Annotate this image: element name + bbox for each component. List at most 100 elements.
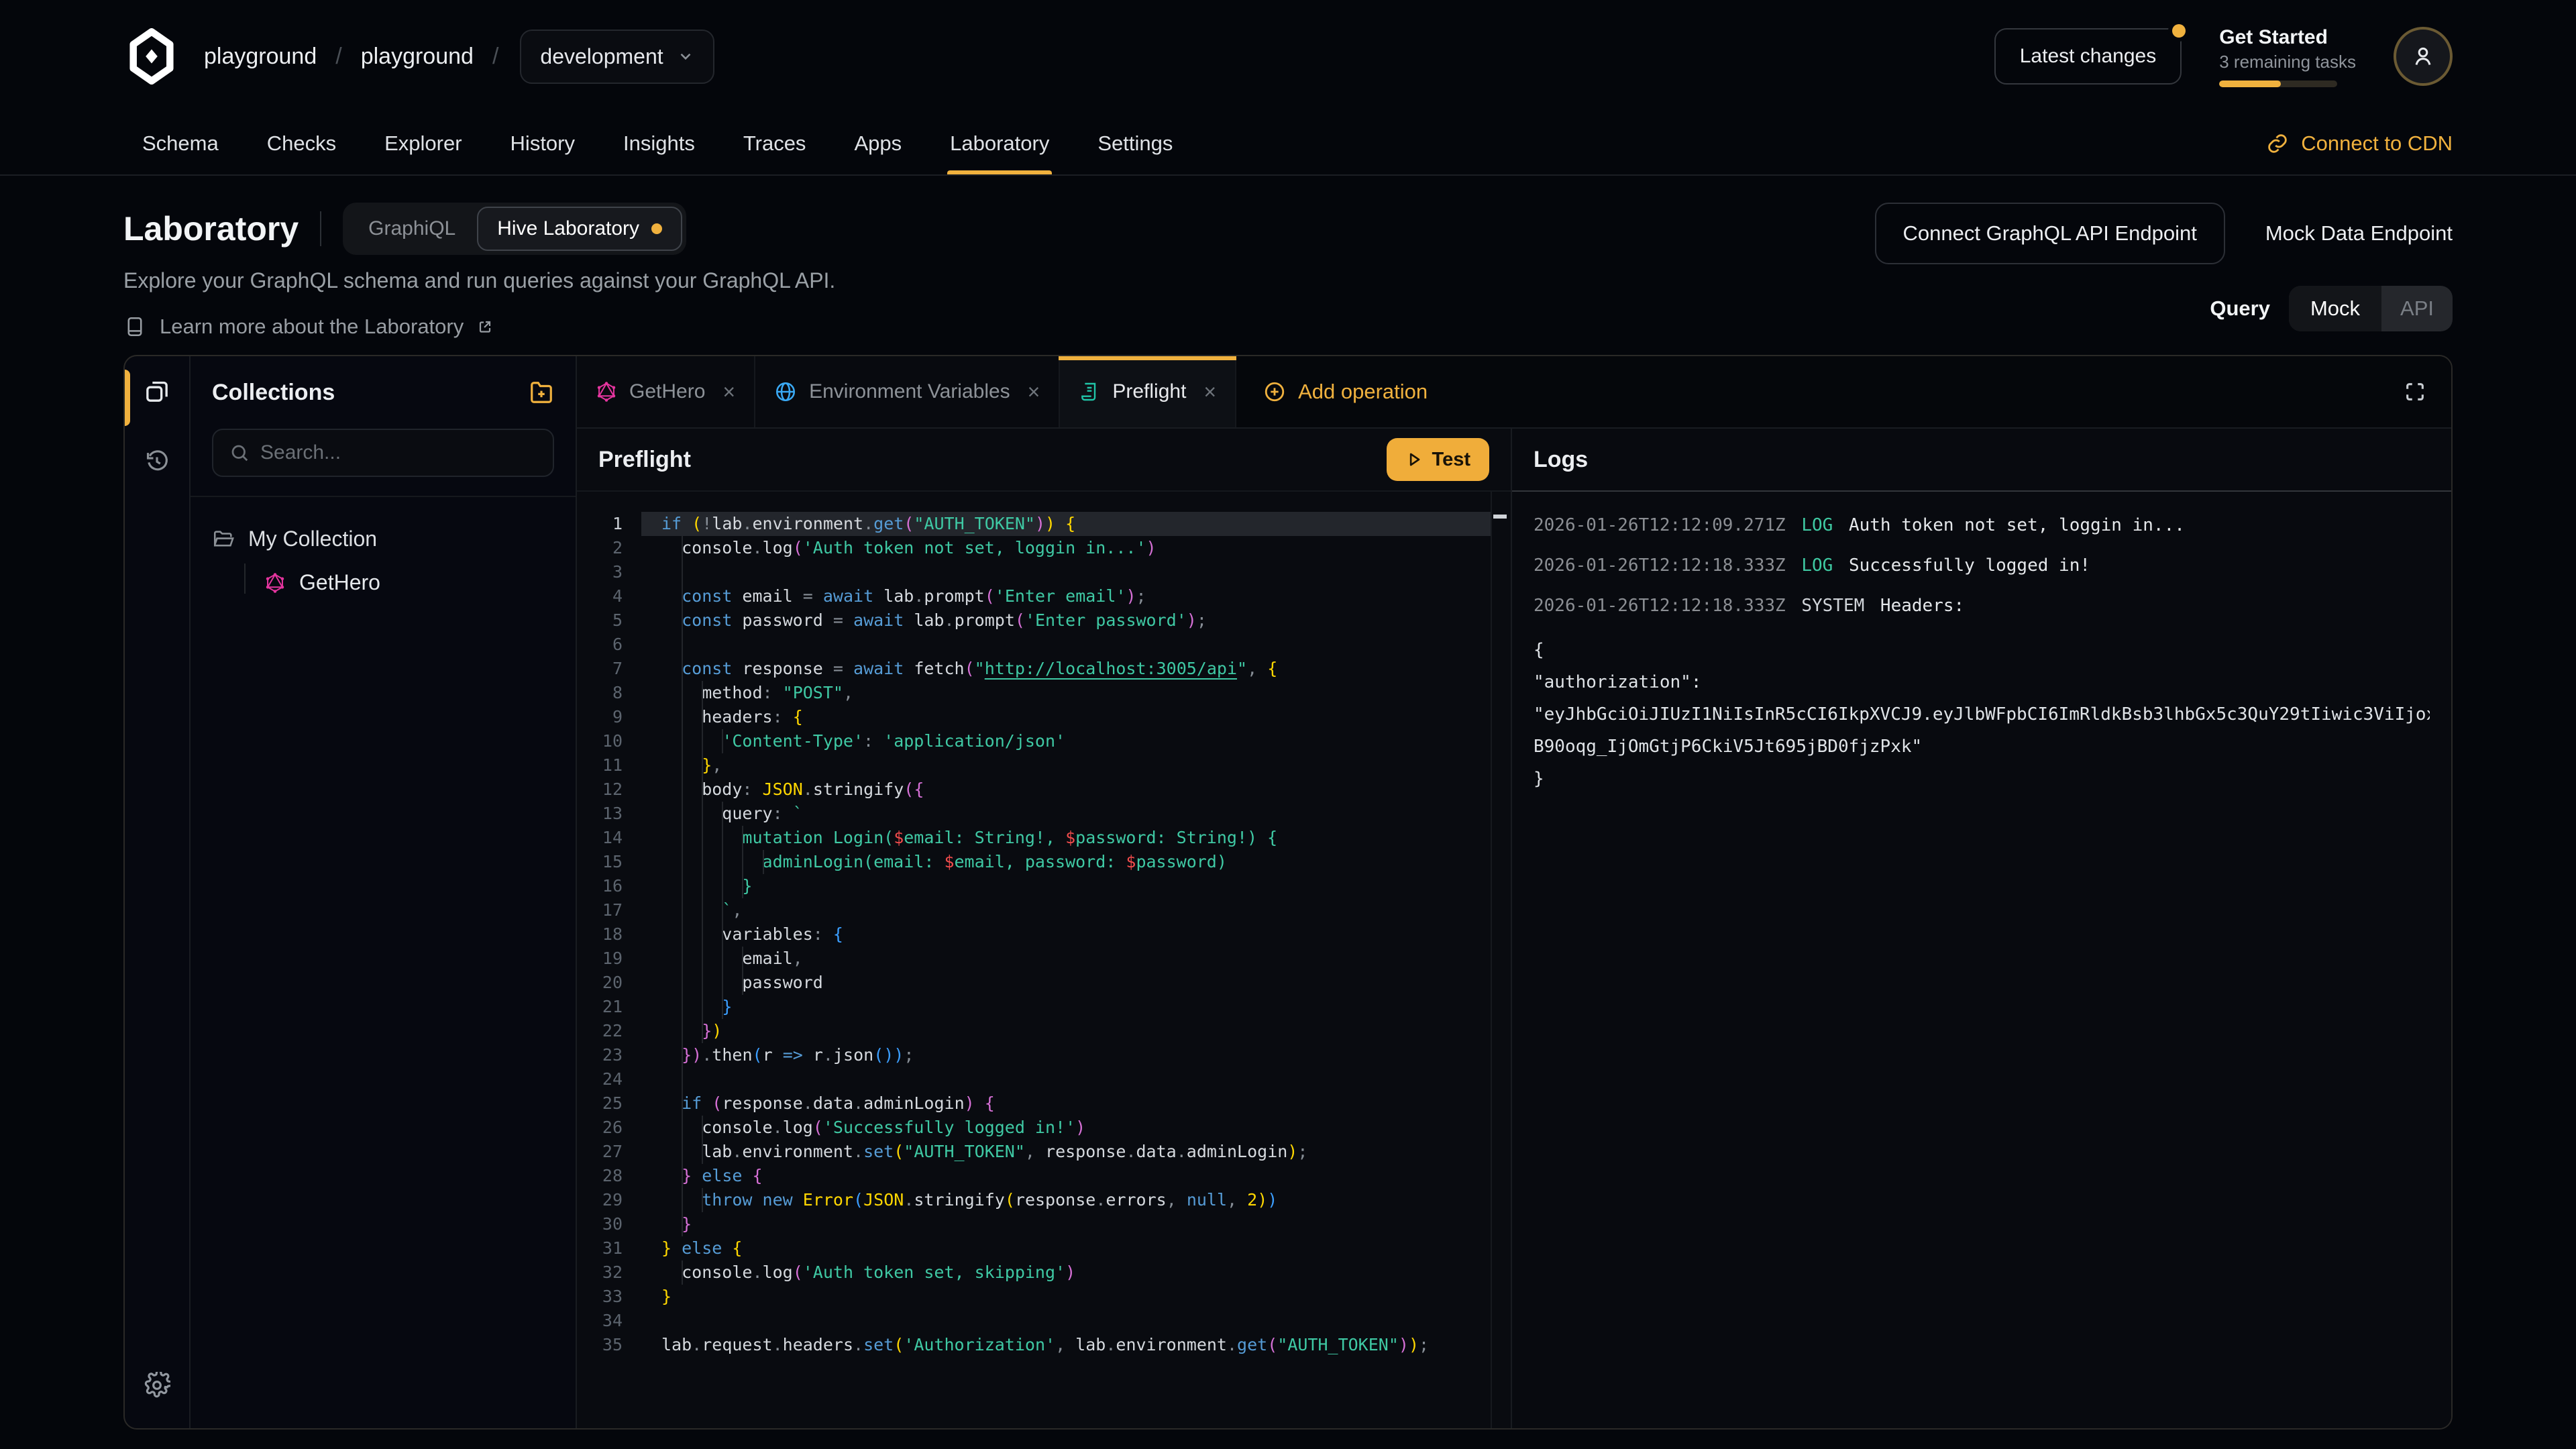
search-icon [229, 443, 250, 463]
line-number: 31 [577, 1236, 641, 1260]
code-line[interactable]: 24 [577, 1067, 1511, 1091]
code-line[interactable]: 29 throw new Error(JSON.stringify(respon… [577, 1188, 1511, 1212]
mock-data-endpoint-button[interactable]: Mock Data Endpoint [2265, 221, 2453, 246]
code-line[interactable]: 26 console.log('Successfully logged in!'… [577, 1116, 1511, 1140]
nav-item-laboratory[interactable]: Laboratory [947, 113, 1052, 174]
code-line[interactable]: 34 [577, 1309, 1511, 1333]
code-line[interactable]: 33} [577, 1285, 1511, 1309]
line-number: 32 [577, 1260, 641, 1285]
toggle-hive-laboratory[interactable]: Hive Laboratory [477, 207, 682, 251]
scrollbar-gutter[interactable] [1491, 492, 1492, 1428]
line-number: 13 [577, 802, 641, 826]
page-title: Laboratory [123, 209, 299, 248]
add-operation-button[interactable]: Add operation [1236, 356, 1454, 427]
collection-folder[interactable]: My Collection [191, 519, 576, 559]
hive-logo-icon[interactable] [123, 28, 180, 85]
code-line[interactable]: 14 mutation Login($email: String!, $pass… [577, 826, 1511, 850]
code-line[interactable]: 22 }) [577, 1019, 1511, 1043]
code-line[interactable]: 35lab.request.headers.set('Authorization… [577, 1333, 1511, 1357]
code-line[interactable]: 17 `, [577, 898, 1511, 922]
log-json-line: B90oqg_IjOmGtjP6CkiV5Jt695jBD0fjzPxk" [1534, 731, 2430, 763]
nav-item-insights[interactable]: Insights [621, 113, 698, 174]
editor-title: Preflight [598, 447, 691, 473]
code-line[interactable]: 1if (!lab.environment.get("AUTH_TOKEN"))… [577, 512, 1511, 536]
collection-operation-gethero[interactable]: GetHero [244, 559, 576, 598]
connect-graphql-endpoint-button[interactable]: Connect GraphQL API Endpoint [1875, 203, 2225, 264]
breadcrumb-org[interactable]: playground [204, 44, 317, 70]
tab-preflight[interactable]: Preflight× [1060, 356, 1236, 427]
laboratory-header: Laboratory GraphiQL Hive Laboratory Expl… [123, 203, 2453, 339]
rail-history-button[interactable] [125, 426, 189, 496]
code-line[interactable]: 28 } else { [577, 1164, 1511, 1188]
log-entries: 2026-01-26T12:12:09.271Z LOG Auth token … [1534, 513, 2430, 618]
code-line[interactable]: 5 const password = await lab.prompt('Ent… [577, 608, 1511, 633]
nav-item-traces[interactable]: Traces [741, 113, 809, 174]
nav-item-explorer[interactable]: Explorer [382, 113, 464, 174]
code-area[interactable]: 1if (!lab.environment.get("AUTH_TOKEN"))… [577, 492, 1511, 1428]
learn-more-link[interactable]: Learn more about the Laboratory [123, 315, 835, 339]
query-mode-mock[interactable]: Mock [2289, 286, 2381, 331]
tab-close-icon[interactable]: × [1028, 380, 1040, 405]
code-line[interactable]: 11 }, [577, 753, 1511, 777]
tab-close-icon[interactable]: × [1203, 380, 1216, 405]
nav-item-checks[interactable]: Checks [264, 113, 339, 174]
search-input[interactable] [260, 441, 537, 464]
code-line[interactable]: 20 password [577, 971, 1511, 995]
code-line[interactable]: 31} else { [577, 1236, 1511, 1260]
code-line[interactable]: 27 lab.environment.set("AUTH_TOKEN", res… [577, 1140, 1511, 1164]
rail-collections-button[interactable] [125, 356, 189, 426]
nav-item-apps[interactable]: Apps [851, 113, 904, 174]
breadcrumb-project[interactable]: playground [361, 44, 474, 70]
code-line[interactable]: 4 const email = await lab.prompt('Enter … [577, 584, 1511, 608]
fullscreen-button[interactable] [2379, 356, 2451, 427]
code-line[interactable]: 21 } [577, 995, 1511, 1019]
code-line[interactable]: 15 adminLogin(email: $email, password: $… [577, 850, 1511, 874]
code-line[interactable]: 23 }).then(r => r.json()); [577, 1043, 1511, 1067]
code-line[interactable]: 6 [577, 633, 1511, 657]
line-number: 2 [577, 536, 641, 560]
line-number: 33 [577, 1285, 641, 1309]
log-json-line: "authorization": [1534, 666, 2430, 698]
avatar[interactable] [2394, 27, 2453, 86]
code-line[interactable]: 8 method: "POST", [577, 681, 1511, 705]
workspace: GetHero×Environment Variables×Preflight×… [577, 356, 2451, 1428]
get-started-title: Get Started [2219, 26, 2356, 49]
tab-environment-variables[interactable]: Environment Variables× [755, 356, 1060, 427]
code-line[interactable]: 18 variables: { [577, 922, 1511, 947]
line-number: 18 [577, 922, 641, 947]
rail-settings-button[interactable] [125, 1356, 189, 1415]
code-line[interactable]: 2 console.log('Auth token not set, loggi… [577, 536, 1511, 560]
logs-body[interactable]: 2026-01-26T12:12:09.271Z LOG Auth token … [1512, 492, 2451, 1428]
latest-changes-button[interactable]: Latest changes [1994, 28, 2182, 85]
code-line[interactable]: 10 'Content-Type': 'application/json' [577, 729, 1511, 753]
nav-item-history[interactable]: History [508, 113, 578, 174]
new-collection-icon[interactable] [529, 380, 554, 405]
code-line[interactable]: 13 query: ` [577, 802, 1511, 826]
line-number: 30 [577, 1212, 641, 1236]
line-number: 26 [577, 1116, 641, 1140]
code-line[interactable]: 9 headers: { [577, 705, 1511, 729]
code-line[interactable]: 30 } [577, 1212, 1511, 1236]
query-mode-api[interactable]: API [2381, 286, 2453, 331]
code-line[interactable]: 32 console.log('Auth token set, skipping… [577, 1260, 1511, 1285]
toggle-graphiql[interactable]: GraphiQL [347, 208, 477, 250]
test-button[interactable]: Test [1387, 438, 1489, 481]
code-line[interactable]: 16 } [577, 874, 1511, 898]
line-number: 12 [577, 777, 641, 802]
query-mode-toggle: Mock API [2289, 286, 2453, 331]
connect-to-cdn-link[interactable]: Connect to CDN [2266, 113, 2453, 174]
tab-gethero[interactable]: GetHero× [577, 356, 755, 427]
code-line[interactable]: 19 email, [577, 947, 1511, 971]
code-line[interactable]: 3 [577, 560, 1511, 584]
fullscreen-icon [2404, 380, 2426, 403]
code-line[interactable]: 7 const response = await fetch("http://l… [577, 657, 1511, 681]
get-started-widget[interactable]: Get Started 3 remaining tasks [2219, 26, 2356, 87]
logs-panel: Logs 2026-01-26T12:12:09.271Z LOG Auth t… [1512, 429, 2451, 1428]
header-actions: Latest changes Get Started 3 remaining t… [1994, 26, 2453, 87]
code-line[interactable]: 25 if (response.data.adminLogin) { [577, 1091, 1511, 1116]
nav-item-settings[interactable]: Settings [1095, 113, 1175, 174]
nav-item-schema[interactable]: Schema [140, 113, 221, 174]
tab-close-icon[interactable]: × [722, 380, 735, 405]
code-line[interactable]: 12 body: JSON.stringify({ [577, 777, 1511, 802]
target-select[interactable]: development [520, 30, 714, 84]
